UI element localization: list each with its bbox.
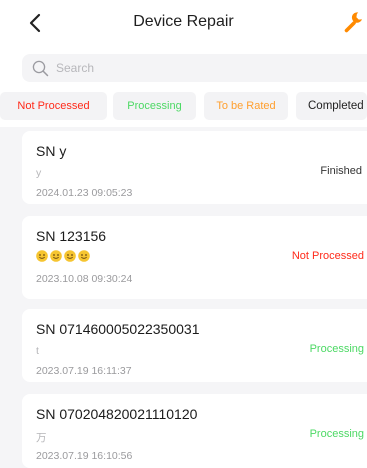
smiling-face-icon — [64, 250, 76, 262]
app-header: Device Repair — [0, 0, 367, 46]
smiling-face-icon — [36, 250, 48, 262]
status-label: Processing — [309, 428, 364, 440]
status-filter-tabs: Not Processed Processing To be Rated Com… — [0, 91, 367, 127]
serial-number: SN 071460005022350031 — [36, 321, 200, 337]
search-icon — [32, 60, 49, 77]
tab-processing[interactable]: Processing — [113, 92, 196, 120]
status-label: Not Processed — [291, 250, 364, 262]
repair-record-card[interactable]: SN 123156 2023.10.08 09:30:24 Not Proces… — [22, 216, 367, 299]
record-remark: y — [36, 167, 42, 179]
serial-number: SN y — [36, 143, 67, 159]
repair-record-card[interactable]: SN 071460005022350031 t 2023.07.19 16:11… — [22, 309, 367, 382]
record-remark — [36, 250, 90, 264]
status-label: Finished — [320, 165, 362, 177]
search-input[interactable] — [56, 58, 356, 78]
wrench-icon[interactable] — [343, 11, 363, 33]
repair-record-card[interactable]: SN 070204820021110120 万 2023.07.19 16:10… — [22, 394, 367, 468]
record-remark: t — [36, 345, 39, 357]
repair-record-card[interactable]: SN y y 2024.01.23 09:05:23 Finished — [22, 131, 367, 204]
tab-to-be-rated[interactable]: To be Rated — [204, 92, 288, 120]
record-time: 2023.07.19 16:11:37 — [36, 365, 132, 377]
smiling-face-icon — [78, 250, 90, 262]
record-time: 2024.01.23 09:05:23 — [36, 187, 133, 199]
record-time: 2023.07.19 16:10:56 — [36, 450, 133, 462]
smiling-face-icon — [50, 250, 62, 262]
serial-number: SN 070204820021110120 — [36, 406, 198, 422]
page-title: Device Repair — [133, 13, 234, 30]
status-label: Processing — [309, 343, 364, 355]
tab-not-processed[interactable]: Not Processed — [0, 92, 107, 120]
search-bar — [0, 46, 367, 91]
serial-number: SN 123156 — [36, 228, 107, 244]
record-time: 2023.10.08 09:30:24 — [36, 273, 133, 285]
tab-completed[interactable]: Completed — [296, 92, 367, 120]
record-remark: 万 — [36, 432, 47, 444]
search-box[interactable] — [22, 54, 367, 82]
